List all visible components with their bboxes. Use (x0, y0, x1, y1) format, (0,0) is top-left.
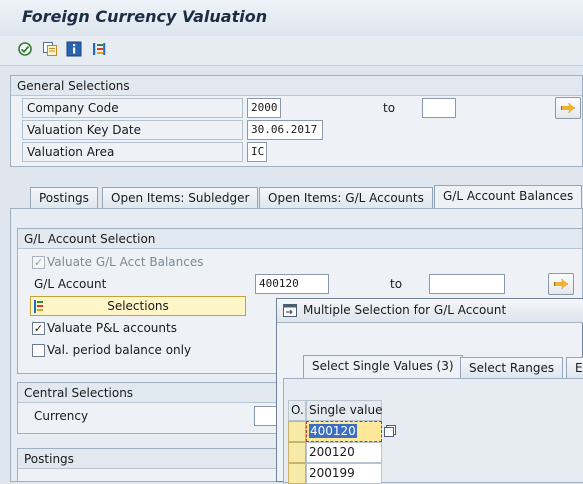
group-header: General Selections (11, 76, 582, 96)
valuate-balances-label: Valuate G/L Acct Balances (47, 255, 204, 269)
gl-account-to-input[interactable] (429, 274, 505, 294)
period-balance-label: Val. period balance only (47, 343, 192, 357)
row-option-cell[interactable] (288, 442, 306, 463)
gl-account-multiple-selection-button[interactable] (548, 273, 574, 295)
valuation-area-label: Valuation Area (22, 142, 243, 162)
tab-open-items-gl-accounts[interactable]: Open Items: G/L Accounts (259, 187, 433, 209)
column-header-option: O. (288, 400, 306, 421)
application-toolbar (0, 36, 583, 66)
currency-label: Currency (34, 409, 89, 423)
selection-icon[interactable] (91, 41, 107, 57)
company-code-to-input[interactable] (422, 98, 456, 118)
company-code-to-label: to (383, 101, 396, 115)
valuate-pl-label: Valuate P&L accounts (47, 321, 177, 335)
row-option-cell[interactable] (288, 463, 306, 484)
selection-icon (34, 300, 43, 313)
gl-account-label: G/L Account (34, 277, 107, 291)
tab-open-items-subledger[interactable]: Open Items: Subledger (102, 187, 259, 209)
dialog-window-icon (283, 304, 297, 317)
valuate-balances-checkbox[interactable]: ✓ (32, 256, 45, 269)
info-icon[interactable] (66, 41, 82, 57)
valuation-area-input[interactable]: IC (247, 142, 267, 162)
tab-select-single-values[interactable]: Select Single Values (3) (303, 355, 463, 378)
arrow-right-icon (554, 279, 568, 289)
tab-exclude[interactable]: Ex (566, 357, 583, 379)
column-header-single-value: Single value (306, 400, 382, 421)
multiple-selection-icon[interactable] (383, 424, 397, 438)
single-value-text: 400120 (309, 424, 357, 438)
single-value-input[interactable]: 200120 (306, 442, 382, 463)
tab-gl-account-balances[interactable]: G/L Account Balances (434, 185, 583, 209)
tab-postings[interactable]: Postings (30, 187, 98, 209)
period-balance-checkbox[interactable] (32, 344, 45, 357)
row-option-cell[interactable] (288, 421, 306, 442)
company-code-input[interactable]: 2000 (247, 98, 281, 118)
copy-variant-icon[interactable] (42, 41, 58, 57)
company-code-label: Company Code (22, 98, 243, 118)
single-value-input[interactable]: 200199 (306, 463, 382, 484)
company-code-multiple-selection-button[interactable] (555, 97, 581, 119)
key-date-label: Valuation Key Date (22, 120, 243, 140)
dialog-title: Multiple Selection for G/L Account (277, 299, 583, 323)
selections-button-label: Selections (107, 299, 169, 313)
gl-account-to-label: to (390, 277, 403, 291)
multiple-selection-dialog: Multiple Selection for G/L Account Selec… (276, 298, 583, 484)
arrow-right-icon (561, 103, 575, 113)
execute-icon[interactable] (17, 41, 33, 57)
valuate-pl-checkbox[interactable]: ✓ (32, 322, 45, 335)
gl-account-input[interactable]: 400120 (255, 274, 329, 294)
group-header: G/L Account Selection (18, 229, 582, 249)
page-title: Foreign Currency Valuation (22, 7, 268, 26)
key-date-input[interactable]: 30.06.2017 (247, 120, 323, 140)
tab-select-ranges[interactable]: Select Ranges (460, 357, 564, 379)
selections-button[interactable]: Selections (30, 296, 246, 316)
single-value-input[interactable]: 400120 (306, 421, 382, 442)
